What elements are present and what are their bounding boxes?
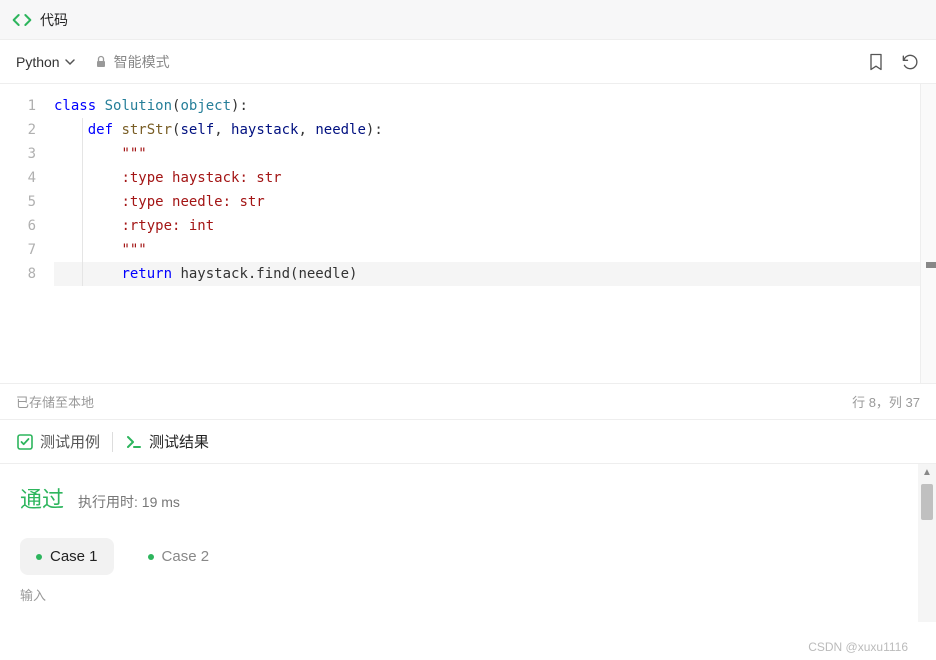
line-number: 2 <box>0 118 36 142</box>
rotate-ccw-icon <box>900 52 920 72</box>
case-button[interactable]: Case 2 <box>132 538 226 575</box>
code-line[interactable]: """ <box>54 238 936 262</box>
code-line[interactable]: """ <box>54 142 936 166</box>
chevron-down-icon <box>64 56 76 68</box>
tab-test-cases[interactable]: 测试用例 <box>16 431 100 452</box>
tab-test-results-label: 测试结果 <box>149 431 209 452</box>
status-bar: 已存储至本地 行 8，列 37 <box>0 384 936 420</box>
code-line[interactable]: class Solution(object): <box>54 94 936 118</box>
reset-button[interactable] <box>900 52 920 72</box>
pass-line: 通过 执行用时: 19 ms <box>20 482 916 514</box>
watermark: CSDN @xuxu1116 <box>808 640 908 654</box>
case-label: Case 2 <box>162 548 210 565</box>
case-status-dot <box>36 554 42 560</box>
line-gutter: 12345678 <box>0 84 46 383</box>
results-tabs: 测试用例 测试结果 <box>0 420 936 464</box>
code-icon <box>12 10 32 30</box>
code-area[interactable]: class Solution(object): def strStr(self,… <box>46 84 936 383</box>
code-editor[interactable]: 12345678 class Solution(object): def str… <box>0 84 936 384</box>
line-number: 3 <box>0 142 36 166</box>
line-number: 8 <box>0 262 36 286</box>
minimap-marker <box>926 262 936 268</box>
case-button[interactable]: Case 1 <box>20 538 114 575</box>
line-number: 4 <box>0 166 36 190</box>
line-number: 6 <box>0 214 36 238</box>
terminal-icon <box>125 433 143 451</box>
mode-indicator[interactable]: 智能模式 <box>94 52 170 72</box>
toolbar-right <box>866 52 920 72</box>
language-select[interactable]: Python <box>16 54 76 70</box>
line-number: 1 <box>0 94 36 118</box>
scroll-up-icon[interactable]: ▲ <box>918 464 936 480</box>
line-number: 7 <box>0 238 36 262</box>
code-line[interactable]: :rtype: int <box>54 214 936 238</box>
results-section: 测试用例 测试结果 通过 执行用时: 19 ms Case 1 Case 2 输入… <box>0 420 936 622</box>
cases: Case 1 Case 2 <box>20 538 916 575</box>
result-body: 通过 执行用时: 19 ms Case 1 Case 2 输入 ▲ <box>0 464 936 622</box>
input-label: 输入 <box>20 585 916 604</box>
case-status-dot <box>148 554 154 560</box>
status-saved: 已存储至本地 <box>16 392 94 411</box>
bookmark-icon <box>866 52 886 72</box>
result-scrollbar[interactable]: ▲ <box>918 464 936 622</box>
bookmark-button[interactable] <box>866 52 886 72</box>
tab-test-cases-label: 测试用例 <box>40 431 100 452</box>
case-label: Case 1 <box>50 548 98 565</box>
mode-label: 智能模式 <box>114 52 170 72</box>
tab-test-results[interactable]: 测试结果 <box>125 431 209 452</box>
status-position: 行 8，列 37 <box>852 392 920 411</box>
scroll-thumb[interactable] <box>921 484 933 520</box>
checkbox-icon <box>16 433 34 451</box>
editor-minimap-scroll[interactable] <box>920 84 936 383</box>
toolbar-left: Python 智能模式 <box>16 52 170 72</box>
code-line[interactable]: :type needle: str <box>54 190 936 214</box>
code-line[interactable]: def strStr(self, haystack, needle): <box>54 118 936 142</box>
lock-icon <box>94 55 108 69</box>
code-line[interactable]: return haystack.find(needle) <box>54 262 936 286</box>
language-label: Python <box>16 54 60 70</box>
line-number: 5 <box>0 190 36 214</box>
code-line[interactable]: :type haystack: str <box>54 166 936 190</box>
header-title: 代码 <box>40 10 68 30</box>
toolbar: Python 智能模式 <box>0 40 936 84</box>
tab-separator <box>112 432 113 452</box>
execution-time: 执行用时: 19 ms <box>78 492 180 512</box>
header: 代码 <box>0 0 936 40</box>
pass-status: 通过 <box>20 482 64 514</box>
